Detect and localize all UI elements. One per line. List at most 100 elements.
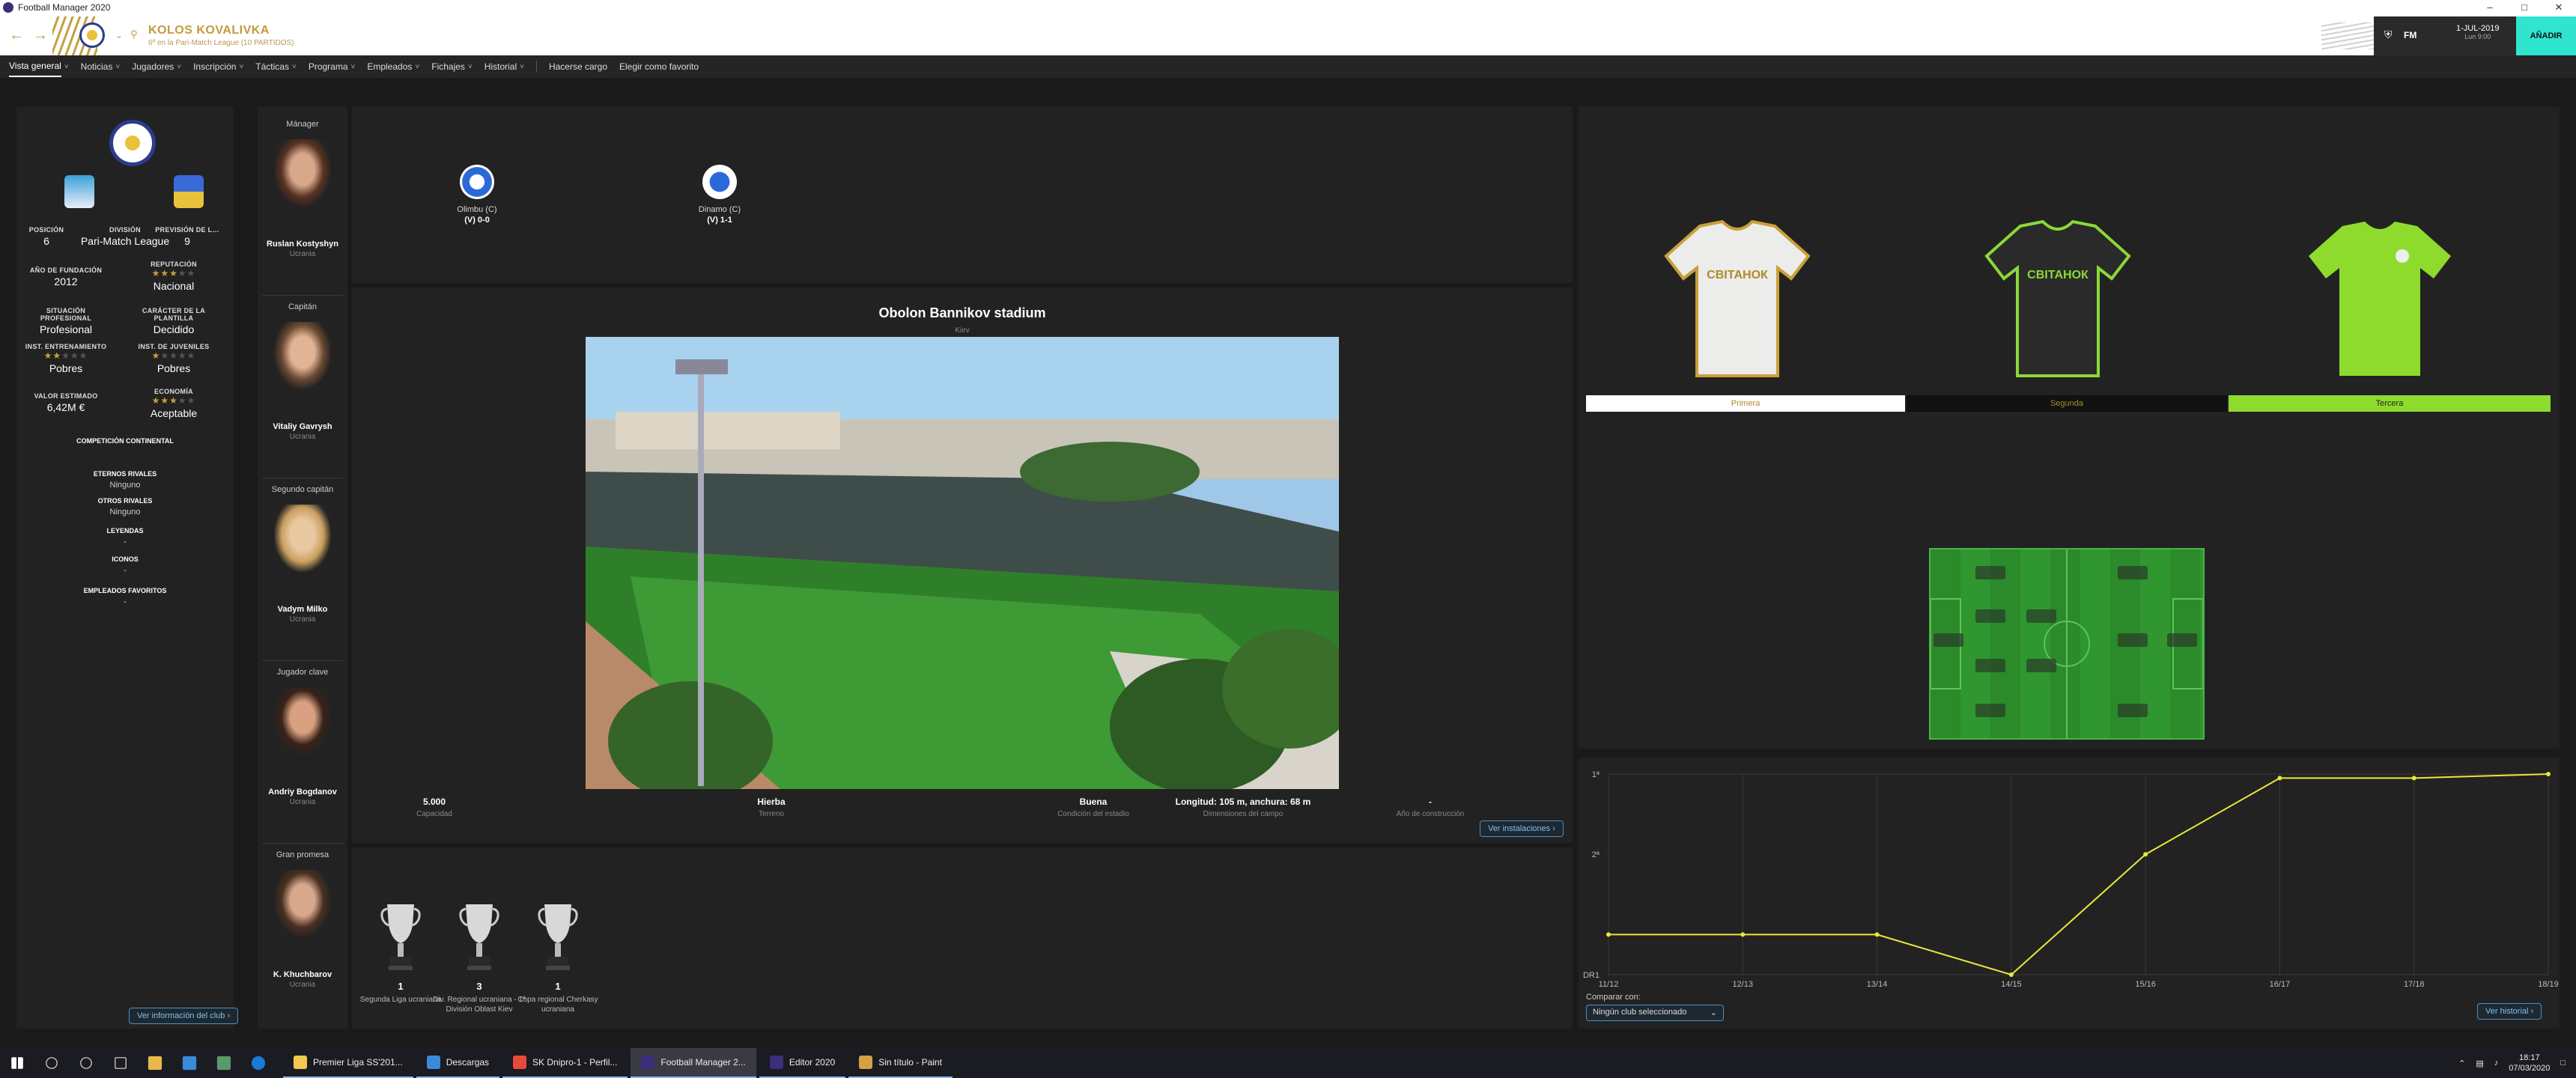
- mail-icon[interactable]: [182, 1056, 197, 1071]
- chevron-down-icon: ˅: [350, 62, 356, 71]
- result-item[interactable]: Dinamo (C) (V) 1-1: [678, 165, 761, 225]
- nav-item[interactable]: Inscripción: [193, 57, 236, 76]
- window-titlebar: Football Manager 2020 – □ ✕: [0, 0, 2576, 16]
- economy-stars: ★★★★★: [151, 395, 196, 406]
- staff-portrait: [274, 139, 331, 207]
- chevron-down-icon: ⌄: [1710, 1008, 1717, 1017]
- minimize-icon[interactable]: –: [2473, 0, 2507, 16]
- nav-item[interactable]: Programa: [309, 57, 348, 76]
- back-arrow-icon[interactable]: ←: [9, 27, 24, 44]
- player-slot[interactable]: [2167, 633, 2197, 647]
- eternal-rivals-value: Ninguno: [109, 481, 141, 490]
- training-label: INST. ENTRENAMIENTO: [25, 343, 107, 350]
- maximize-icon[interactable]: □: [2507, 0, 2542, 16]
- continue-button[interactable]: AÑADIR: [2516, 16, 2576, 55]
- opponent-crest-icon: [460, 165, 494, 199]
- player-slot[interactable]: [1975, 659, 2005, 672]
- nav-action[interactable]: Hacerse cargo: [549, 57, 607, 76]
- nav-item[interactable]: Jugadores: [132, 57, 174, 76]
- player-slot[interactable]: [1975, 566, 2005, 579]
- windows-taskbar: Premier Liga SS'201... Descargas SK Dnipro…: [0, 1048, 2576, 1078]
- forward-arrow-icon[interactable]: →: [33, 27, 48, 44]
- recent-results-panel: Olimbu (C) (V) 0-0 Dinamo (C) (V) 1-1: [352, 106, 1573, 283]
- chevron-down-icon: ˅: [520, 62, 524, 71]
- trophy-item[interactable]: 1 Copa regional Cherkasy ucraniana: [509, 900, 607, 1014]
- kit-tab-tercera[interactable]: Tercera: [2229, 395, 2551, 412]
- edge-icon[interactable]: [251, 1056, 266, 1071]
- chevron-up-icon[interactable]: ⌃: [2458, 1059, 2465, 1068]
- player-slot[interactable]: [2118, 566, 2148, 579]
- x-tick-label: 11/12: [1599, 980, 1619, 989]
- facilities-button[interactable]: Ver instalaciones ›: [1480, 820, 1564, 837]
- formation-pitch[interactable]: [1929, 548, 2205, 740]
- staff-card[interactable]: Jugador clave Andriy Bogdanov Ucrania: [258, 668, 347, 806]
- taskbar-app[interactable]: Football Manager 2...: [631, 1048, 756, 1078]
- capacity-value: 5.000: [422, 797, 446, 807]
- close-icon[interactable]: ✕: [2542, 0, 2576, 16]
- chevron-down-icon[interactable]: ⌄: [115, 30, 123, 40]
- kit-tab-segunda[interactable]: Segunda: [1907, 395, 2227, 412]
- club-info-button[interactable]: Ver información del club ›: [129, 1008, 239, 1024]
- taskbar-app-icon: [859, 1056, 873, 1069]
- app-icon[interactable]: [216, 1056, 231, 1071]
- player-slot[interactable]: [2118, 704, 2148, 717]
- result-score: (V) 1-1: [707, 216, 732, 225]
- legends-value: -: [124, 538, 127, 546]
- staff-portrait: [274, 505, 331, 572]
- search-icon[interactable]: [46, 1057, 58, 1069]
- search-icon[interactable]: ⚲: [130, 28, 138, 40]
- staff-nationality: Ucrania: [289, 981, 316, 989]
- staff-card[interactable]: Gran promesa K. Khuchbarov Ucrania: [258, 850, 347, 989]
- taskbar-app-icon: [426, 1056, 440, 1069]
- chart-frame: [1608, 773, 2549, 975]
- nav-item[interactable]: Fichajes: [431, 57, 465, 76]
- staff-card[interactable]: Capitán Vitaliy Gavrysh Ucrania: [258, 302, 347, 441]
- notifications-icon[interactable]: □: [2560, 1059, 2566, 1068]
- key-people-panel: Mánager Ruslan Kostyshyn Ucrania Capitán Vit…: [258, 106, 347, 1029]
- history-button[interactable]: Ver historial ›: [2477, 1003, 2542, 1020]
- windows-start-icon[interactable]: [11, 1057, 23, 1069]
- taskbar-app[interactable]: Sin título - Paint: [848, 1048, 953, 1078]
- nav-item[interactable]: Noticias: [81, 57, 113, 76]
- taskbar-app[interactable]: Editor 2020: [759, 1048, 846, 1078]
- task-view-icon[interactable]: [115, 1057, 127, 1069]
- icons-label: ICONOS: [112, 555, 139, 563]
- store-icon[interactable]: [148, 1056, 162, 1071]
- player-slot[interactable]: [1975, 704, 2005, 717]
- cortana-icon[interactable]: [80, 1057, 92, 1069]
- taskbar-clock[interactable]: 18:17 07/03/2020: [2509, 1053, 2550, 1074]
- away-kit[interactable]: СВІТАНОК: [1984, 219, 2131, 377]
- nav-item[interactable]: Empleados: [367, 57, 412, 76]
- legends-label: LEYENDAS: [106, 527, 144, 535]
- player-slot[interactable]: [2026, 609, 2056, 623]
- nav-item[interactable]: Tácticas: [255, 57, 289, 76]
- player-slot[interactable]: [2118, 633, 2148, 647]
- nav-item[interactable]: Vista general: [9, 56, 61, 77]
- volume-icon[interactable]: ♪: [2494, 1059, 2499, 1068]
- nav-item[interactable]: Historial: [484, 57, 517, 76]
- youth-stars: ★★★★★: [151, 350, 196, 361]
- home-kit[interactable]: СВІТАНОК: [1664, 219, 1811, 377]
- taskbar-app[interactable]: SK Dnipro-1 - Perfil...: [502, 1048, 628, 1078]
- history-point: [2277, 776, 2282, 781]
- player-slot[interactable]: [1933, 633, 1963, 647]
- taskbar-app[interactable]: Descargas: [416, 1048, 500, 1078]
- other-rivals-value: Ninguno: [109, 508, 141, 517]
- staff-role: Segundo capitán: [271, 485, 334, 494]
- surface-label: Terreno: [759, 810, 784, 818]
- staff-card[interactable]: Segundo capitán Vadym Milko Ucrania: [258, 485, 347, 624]
- taskbar-app[interactable]: Premier Liga SS'201...: [283, 1048, 413, 1078]
- stadium-city: Kiev: [955, 326, 970, 335]
- kit-tab-primera[interactable]: Primera: [1586, 395, 1905, 412]
- taskbar-app-icon: [641, 1056, 655, 1069]
- club-crest-small[interactable]: [79, 22, 105, 48]
- staff-card[interactable]: Mánager Ruslan Kostyshyn Ucrania: [258, 120, 347, 258]
- player-slot[interactable]: [2026, 659, 2056, 672]
- compare-select[interactable]: Ningún club seleccionado ⌄: [1586, 1005, 1724, 1021]
- network-icon[interactable]: ▤: [2476, 1059, 2483, 1068]
- shield-icon[interactable]: ⛨: [2384, 28, 2393, 41]
- result-item[interactable]: Olimbu (C) (V) 0-0: [436, 165, 518, 225]
- nav-action[interactable]: Elegir como favorito: [619, 57, 699, 76]
- player-slot[interactable]: [1975, 609, 2005, 623]
- third-kit[interactable]: [2309, 222, 2451, 376]
